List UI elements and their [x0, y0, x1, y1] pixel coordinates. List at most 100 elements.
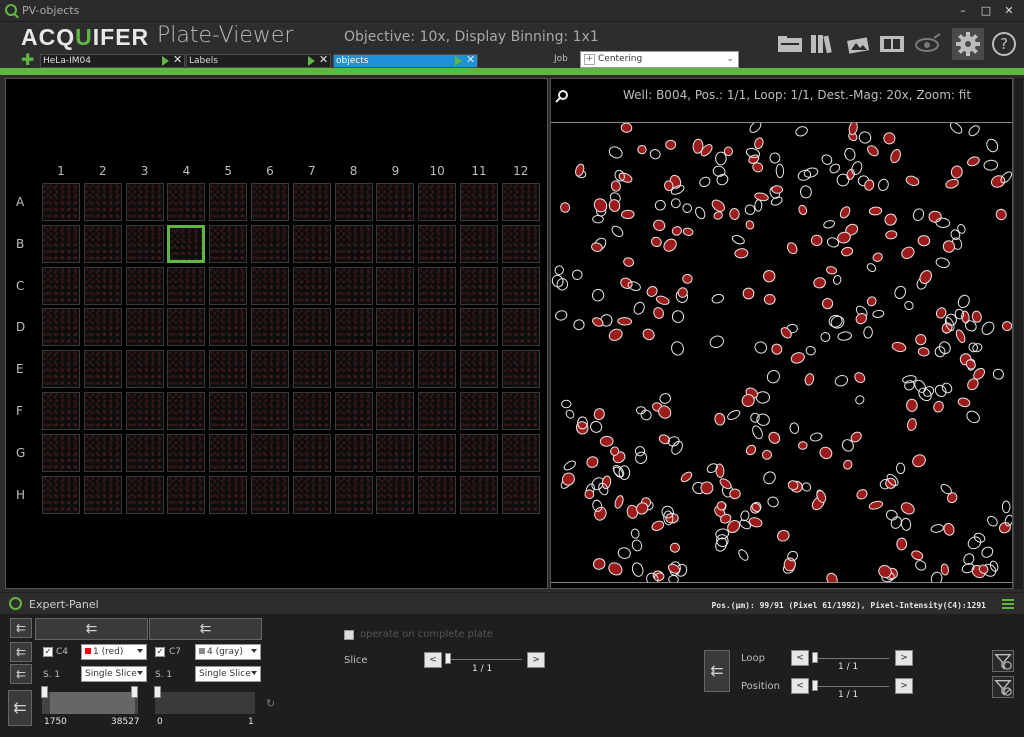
well-H6[interactable]	[251, 475, 289, 514]
well-C11[interactable]	[460, 266, 498, 305]
well-E12[interactable]	[501, 350, 540, 389]
loop-slider[interactable]	[813, 658, 889, 659]
well-A8[interactable]	[334, 183, 373, 221]
well-A5[interactable]	[209, 183, 248, 221]
well-D1[interactable]	[42, 308, 80, 347]
add-tab-icon[interactable]: ✚	[21, 52, 34, 68]
well-C12[interactable]	[501, 266, 540, 305]
well-B3[interactable]	[125, 224, 164, 263]
well-A4[interactable]	[167, 183, 206, 221]
well-H10[interactable]	[418, 475, 457, 514]
channel2-range-track[interactable]	[155, 692, 255, 714]
well-D6[interactable]	[251, 308, 289, 347]
cell-image[interactable]	[551, 123, 1013, 583]
well-B12[interactable]	[501, 224, 540, 263]
well-B8[interactable]	[334, 224, 373, 263]
well-F2[interactable]	[83, 392, 122, 430]
well-H7[interactable]	[292, 475, 331, 514]
close-window-button[interactable]: ✕	[998, 2, 1020, 20]
well-C7[interactable]	[292, 266, 331, 305]
channel1-slice-select[interactable]: Single Slice	[81, 666, 147, 682]
well-G6[interactable]	[251, 433, 289, 472]
well-A2[interactable]	[83, 183, 122, 221]
operate-plate-checkbox[interactable]	[344, 630, 354, 640]
well-C1[interactable]	[42, 266, 80, 305]
well-F5[interactable]	[209, 392, 248, 430]
play-icon[interactable]	[308, 56, 315, 66]
well-D8[interactable]	[334, 308, 373, 347]
well-G2[interactable]	[83, 433, 122, 472]
close-tab-icon[interactable]: ✕	[173, 54, 182, 66]
close-tab-icon[interactable]: ✕	[319, 54, 328, 66]
well-D7[interactable]	[292, 308, 331, 347]
well-F10[interactable]	[418, 392, 457, 430]
well-B1[interactable]	[42, 224, 80, 263]
back-range-button[interactable]: ⇇	[8, 690, 32, 726]
well-A11[interactable]	[460, 183, 498, 221]
eye-icon[interactable]	[914, 32, 942, 56]
library-icon[interactable]	[808, 32, 836, 56]
loop-prev-button[interactable]: <	[791, 650, 809, 666]
well-G11[interactable]	[460, 433, 498, 472]
well-F7[interactable]	[292, 392, 331, 430]
well-E10[interactable]	[418, 350, 457, 389]
well-E2[interactable]	[83, 350, 122, 389]
well-C2[interactable]	[83, 266, 122, 305]
well-H9[interactable]	[376, 475, 415, 514]
well-B7[interactable]	[292, 224, 331, 263]
well-E11[interactable]	[460, 350, 498, 389]
channel1-min-handle[interactable]	[41, 686, 48, 698]
well-B2[interactable]	[83, 224, 122, 263]
position-prev-button[interactable]: <	[791, 678, 809, 694]
close-tab-icon[interactable]: ✕	[466, 54, 475, 66]
film-icon[interactable]	[878, 32, 906, 56]
well-H4[interactable]	[167, 475, 206, 514]
folder-icon[interactable]	[776, 32, 804, 56]
loop-next-button[interactable]: >	[895, 650, 913, 666]
well-G9[interactable]	[376, 433, 415, 472]
well-E8[interactable]	[334, 350, 373, 389]
well-H5[interactable]	[209, 475, 248, 514]
channel2-color-select[interactable]: 4 (gray)	[195, 644, 261, 660]
well-A1[interactable]	[42, 183, 80, 221]
reset-icon[interactable]: ↻	[266, 697, 275, 710]
loop-position-back-button[interactable]: ⇇	[704, 650, 730, 692]
well-C4[interactable]	[167, 266, 206, 305]
job-select[interactable]: + Centering ⌄	[580, 51, 739, 68]
well-F11[interactable]	[460, 392, 498, 430]
well-H12[interactable]	[501, 475, 540, 514]
well-H1[interactable]	[42, 475, 80, 514]
well-F1[interactable]	[42, 392, 80, 430]
menu-icon[interactable]	[1002, 599, 1014, 609]
well-E3[interactable]	[125, 350, 164, 389]
well-E1[interactable]	[42, 350, 80, 389]
well-E4[interactable]	[167, 350, 206, 389]
channel1-color-select[interactable]: 1 (red)	[81, 644, 147, 660]
position-slider-handle[interactable]	[812, 680, 818, 691]
back-all-button[interactable]: ⇇	[10, 618, 32, 638]
well-G7[interactable]	[292, 433, 331, 472]
well-E9[interactable]	[376, 350, 415, 389]
well-H8[interactable]	[334, 475, 373, 514]
channel1-max-handle[interactable]	[131, 686, 138, 698]
tab-objects[interactable]: objects ✕	[333, 54, 478, 68]
well-D10[interactable]	[418, 308, 457, 347]
play-icon[interactable]	[162, 56, 169, 66]
back-channel-button[interactable]: ⇇	[10, 642, 32, 662]
well-D2[interactable]	[83, 308, 122, 347]
well-D11[interactable]	[460, 308, 498, 347]
well-F12[interactable]	[501, 392, 540, 430]
tab-labels[interactable]: Labels ✕	[186, 54, 331, 68]
slice-slider-handle[interactable]	[445, 653, 451, 664]
well-C8[interactable]	[334, 266, 373, 305]
well-G10[interactable]	[418, 433, 457, 472]
channel2-back-button[interactable]: ⇇	[149, 618, 262, 640]
well-A7[interactable]	[292, 183, 331, 221]
well-E6[interactable]	[251, 350, 289, 389]
well-G4[interactable]	[167, 433, 206, 472]
well-D12[interactable]	[501, 308, 540, 347]
well-B6[interactable]	[251, 224, 289, 263]
image-stack-icon[interactable]	[844, 32, 872, 56]
well-G8[interactable]	[334, 433, 373, 472]
well-F3[interactable]	[125, 392, 164, 430]
